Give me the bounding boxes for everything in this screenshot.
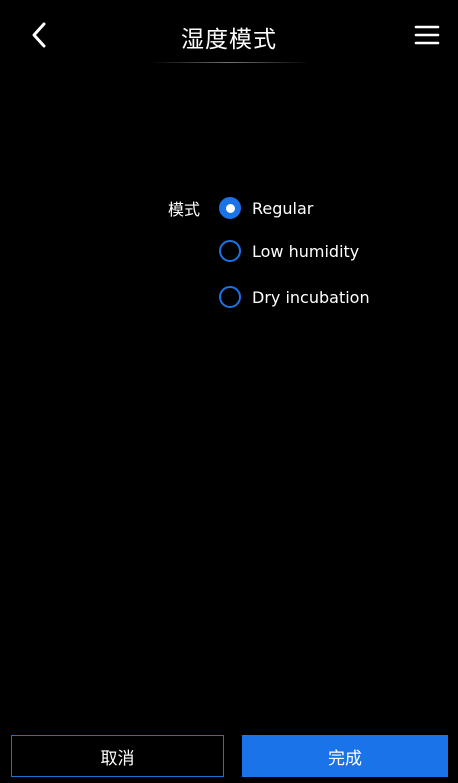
mode-option-low-humidity[interactable]: Low humidity	[219, 236, 359, 266]
mode-option-label: Regular	[252, 198, 314, 218]
done-button[interactable]: 完成	[242, 735, 448, 777]
radio-button-low-humidity[interactable]	[219, 240, 241, 262]
page-title: 湿度模式	[181, 27, 277, 53]
cancel-button[interactable]: 取消	[11, 735, 224, 777]
menu-button[interactable]	[410, 18, 444, 52]
mode-option-dry-incubation[interactable]: Dry incubation	[219, 282, 370, 312]
mode-label: 模式	[168, 200, 201, 219]
hamburger-menu-icon	[414, 25, 440, 45]
mode-option-label: Dry incubation	[252, 287, 370, 307]
app-header: 湿度模式	[0, 0, 458, 70]
radio-button-dry-incubation[interactable]	[219, 286, 241, 308]
mode-option-regular[interactable]: Regular	[219, 193, 313, 223]
radio-button-regular[interactable]	[219, 197, 241, 219]
mode-option-label: Low humidity	[252, 241, 360, 261]
title-divider	[150, 62, 310, 63]
